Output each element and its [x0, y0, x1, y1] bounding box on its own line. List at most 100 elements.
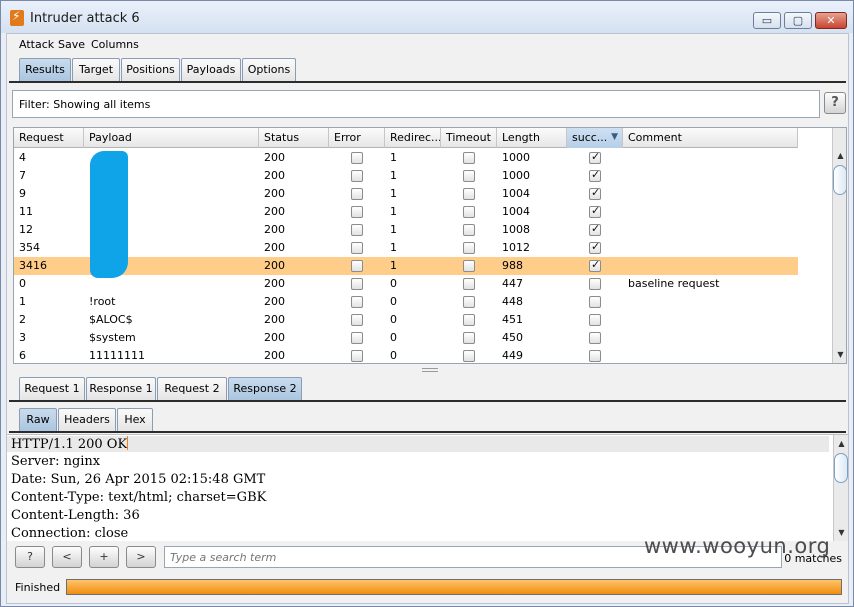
cell-request: 4 [19, 151, 26, 164]
timeout-checkbox [463, 332, 475, 344]
cell-length: 1008 [502, 223, 530, 236]
cell-comment [623, 329, 798, 347]
success-checkbox [589, 240, 601, 254]
filter-label: Filter: Showing all items [19, 98, 151, 111]
table-row[interactable]: 7 200 1 1000 [14, 167, 798, 185]
table-scrollbar[interactable]: ▲ ▼ [832, 128, 846, 363]
table-row[interactable]: 0 200 0 447 baseline request [14, 275, 798, 293]
watermark: www.wooyun.org [644, 534, 831, 558]
column-length[interactable]: Length [497, 128, 567, 148]
maximize-button[interactable]: ▢ [784, 12, 812, 29]
search-add-button[interactable]: + [89, 546, 119, 568]
column-comment[interactable]: Comment [623, 128, 798, 148]
cell-request: 7 [19, 169, 26, 182]
response-line: Content-Length: 36 [11, 508, 140, 523]
menu-save[interactable]: Save [58, 38, 85, 51]
scroll-up-icon[interactable]: ▲ [835, 437, 848, 450]
response-text-area[interactable]: HTTP/1.1 200 OK Server: nginx Date: Sun,… [7, 434, 848, 541]
cell-redirect: 0 [390, 349, 397, 362]
column-request[interactable]: Request [14, 128, 84, 148]
error-checkbox [351, 278, 363, 290]
response-scroll-thumb[interactable] [834, 453, 848, 483]
progress-fill [67, 580, 841, 594]
pane-splitter-handle[interactable] [422, 368, 438, 372]
column-timeout[interactable]: Timeout [441, 128, 497, 148]
column-error[interactable]: Error [329, 128, 385, 148]
table-row[interactable]: 354 200 1 1012 [14, 239, 798, 257]
cell-comment [623, 293, 798, 311]
tab-response-2[interactable]: Response 2 [228, 377, 302, 401]
timeout-checkbox [463, 170, 475, 182]
timeout-checkbox [463, 260, 475, 272]
column-payload[interactable]: Payload [84, 128, 259, 148]
cell-payload: 11111111 [89, 349, 145, 362]
tab-positions[interactable]: Positions [121, 58, 180, 82]
cell-length: 988 [502, 259, 523, 272]
scroll-down-icon[interactable]: ▼ [835, 526, 848, 539]
error-checkbox [351, 260, 363, 272]
tab-hex[interactable]: Hex [117, 408, 153, 432]
menu-columns[interactable]: Columns [91, 38, 139, 51]
table-row[interactable]: 2 $ALOC$ 200 0 451 [14, 311, 798, 329]
timeout-checkbox [463, 224, 475, 236]
table-scroll-thumb[interactable] [833, 165, 846, 195]
table-row[interactable]: 11 200 1 1004 [14, 203, 798, 221]
scroll-up-icon[interactable]: ▲ [834, 149, 846, 162]
table-row[interactable]: 6 11111111 200 0 449 [14, 347, 798, 363]
cell-request: 1 [19, 295, 26, 308]
search-help-button[interactable]: ? [15, 546, 45, 568]
error-checkbox [351, 170, 363, 182]
minimize-button[interactable]: ▭ [753, 12, 781, 29]
timeout-checkbox [463, 314, 475, 326]
table-row[interactable]: 12 200 1 1008 [14, 221, 798, 239]
tab-raw[interactable]: Raw [19, 408, 57, 432]
cell-length: 1012 [502, 241, 530, 254]
timeout-checkbox [463, 152, 475, 164]
tab-results[interactable]: Results [19, 58, 71, 82]
cell-redirect: 0 [390, 313, 397, 326]
close-button[interactable]: ✕ [815, 12, 847, 29]
cell-comment [623, 347, 798, 363]
error-checkbox [351, 188, 363, 200]
tab-request-2[interactable]: Request 2 [157, 377, 227, 401]
filter-help-button[interactable]: ? [824, 92, 846, 114]
success-checkbox [589, 350, 601, 362]
column-redirect[interactable]: Redirec... [385, 128, 441, 148]
menu-attack[interactable]: Attack [19, 38, 54, 51]
tab-target[interactable]: Target [72, 58, 120, 82]
success-checkbox [589, 296, 601, 308]
title-bar: Intruder attack 6 ▭ ▢ ✕ [1, 1, 853, 33]
response-scrollbar[interactable]: ▲ ▼ [833, 435, 848, 541]
cell-redirect: 1 [390, 241, 397, 254]
tab-request-1[interactable]: Request 1 [19, 377, 85, 401]
timeout-checkbox [463, 296, 475, 308]
error-checkbox [351, 296, 363, 308]
search-next-button[interactable]: > [126, 546, 156, 568]
search-previous-button[interactable]: < [52, 546, 82, 568]
cell-length: 449 [502, 349, 523, 362]
tab-options[interactable]: Options [242, 58, 296, 82]
column-status[interactable]: Status [259, 128, 329, 148]
column-success[interactable]: succ... ▼ [567, 128, 623, 148]
scroll-down-icon[interactable]: ▼ [834, 348, 846, 361]
table-row[interactable]: 9 200 1 1004 [14, 185, 798, 203]
cell-status: 200 [264, 187, 285, 200]
table-row[interactable]: 1 !root 200 0 448 [14, 293, 798, 311]
filter-bar[interactable]: Filter: Showing all items [12, 90, 820, 118]
tab-payloads[interactable]: Payloads [181, 58, 241, 82]
burp-app-icon [10, 9, 24, 26]
error-checkbox [351, 350, 363, 362]
cell-length: 451 [502, 313, 523, 326]
cell-comment [623, 239, 798, 257]
error-checkbox [351, 314, 363, 326]
cell-comment [623, 167, 798, 185]
cell-status: 200 [264, 223, 285, 236]
table-row[interactable]: 3416 200 1 988 [14, 257, 798, 275]
timeout-checkbox [463, 350, 475, 362]
table-row[interactable]: 3 $system 200 0 450 [14, 329, 798, 347]
tab-headers[interactable]: Headers [58, 408, 116, 432]
tab-response-1[interactable]: Response 1 [86, 377, 156, 401]
table-row[interactable]: 4 200 1 1000 [14, 149, 798, 167]
cell-request: 2 [19, 313, 26, 326]
error-checkbox [351, 206, 363, 218]
